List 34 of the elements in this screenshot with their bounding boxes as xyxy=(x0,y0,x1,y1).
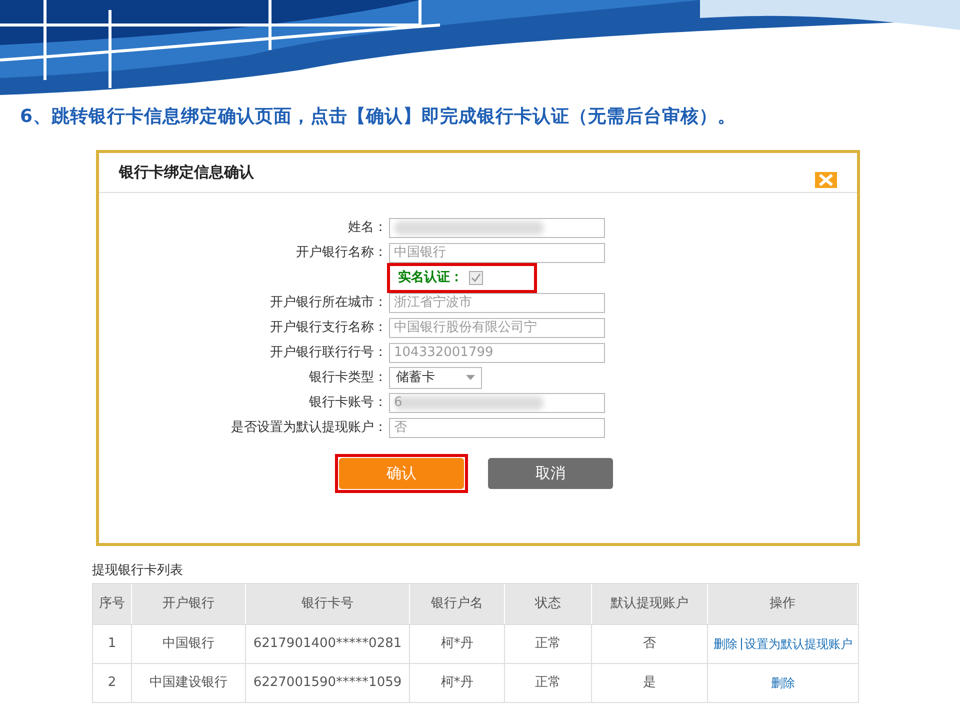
field-label: 开户银行支行名称： xyxy=(270,318,387,337)
input-field[interactable]: 浙江省宁波市 xyxy=(389,292,605,312)
input-field[interactable]: 中国银行 xyxy=(389,242,605,262)
field-label: 开户银行所在城市： xyxy=(270,294,387,312)
input-field[interactable] xyxy=(389,218,605,238)
field-label: 实名认证： xyxy=(398,268,463,287)
input-field[interactable]: 104332001799 xyxy=(389,342,605,362)
caption: 6、跳转银行卡信息绑定确认页面，点击【确认】即完成银行卡认证（无需后台审核）。 xyxy=(19,105,738,129)
delete-link[interactable]: 删除 xyxy=(714,635,738,653)
table-title: 提现银行卡列表 xyxy=(92,562,184,580)
confirm-button[interactable]: 确认 xyxy=(339,458,464,489)
field-label: 开户银行联行行号： xyxy=(270,344,387,362)
table-cell: 6227001590*****1059 xyxy=(246,664,410,702)
field-label: 开户银行名称： xyxy=(296,244,387,262)
input-field[interactable]: 否 xyxy=(389,418,605,438)
table-cell: 中国建设银行 xyxy=(132,664,246,702)
input-field[interactable]: 中国银行股份有限公司宁 xyxy=(389,318,605,338)
delete-link[interactable]: 删除 xyxy=(771,674,795,692)
field-label: 是否设置为默认提现账户： xyxy=(231,418,387,437)
table-cell: 正常 xyxy=(505,664,592,702)
dialog-title: 银行卡绑定信息确认 xyxy=(119,162,254,184)
select-field[interactable]: 储蓄卡 xyxy=(389,366,482,388)
input-field[interactable]: 6 xyxy=(389,392,605,412)
checkbox[interactable] xyxy=(469,270,483,284)
field-label: 银行卡类型： xyxy=(309,368,387,387)
field-label: 银行卡账号： xyxy=(309,394,387,412)
cancel-button[interactable]: 取消 xyxy=(488,458,613,489)
caret-icon xyxy=(466,375,475,380)
set-default-link[interactable]: 设置为默认提现账户 xyxy=(744,635,852,653)
field-label: 姓名： xyxy=(348,218,387,237)
table-cell: 2 xyxy=(93,664,132,702)
table-cell: 是 xyxy=(592,664,708,702)
table-cell: 柯*丹 xyxy=(410,664,505,702)
close-icon[interactable] xyxy=(815,172,837,188)
